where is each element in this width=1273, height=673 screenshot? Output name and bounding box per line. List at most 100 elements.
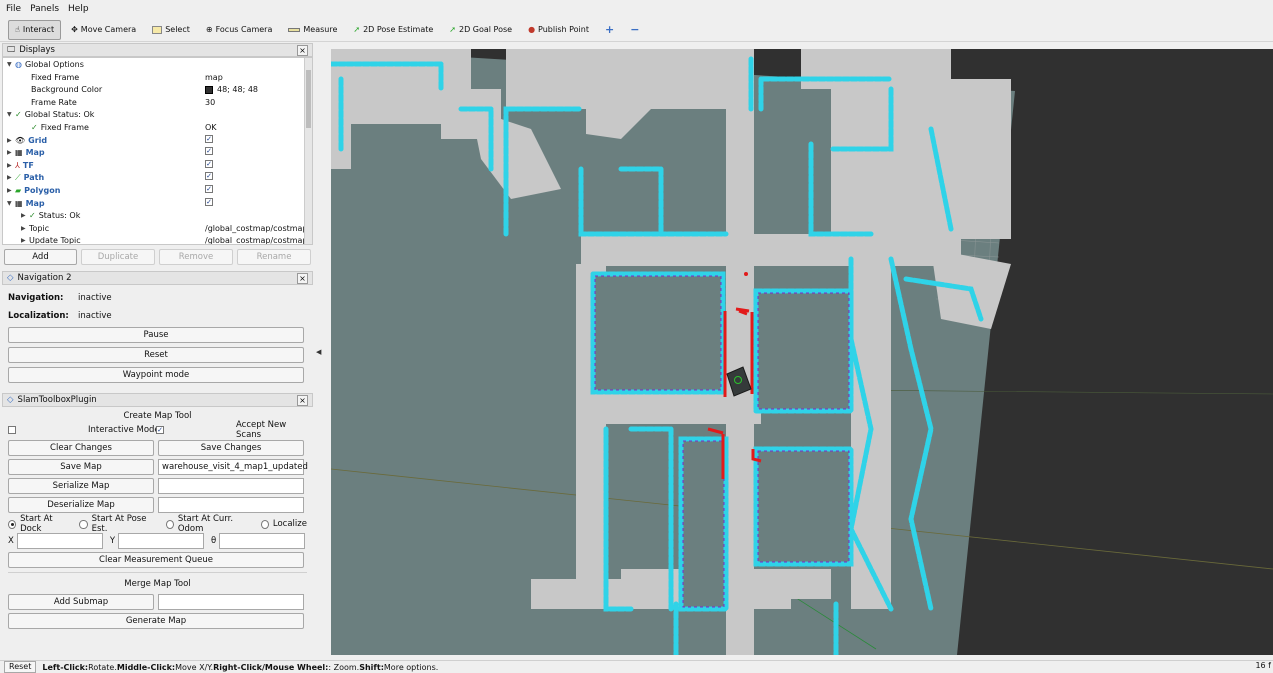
tree-row[interactable]: ✓ Fixed Frame OK <box>3 122 303 135</box>
toolbar: ☝ Interact ✥ Move Camera Select ⊕ Focus … <box>0 18 1273 42</box>
start-at-pose-radio[interactable] <box>79 519 88 529</box>
publish-point-tool-button[interactable]: ● Publish Point <box>522 20 595 40</box>
hand-pointer-icon: ☝ <box>15 25 20 34</box>
tree-row[interactable]: ▶ ⟋ Path ✓ <box>3 172 303 185</box>
y-label: Y <box>109 536 116 546</box>
reset-button[interactable]: Reset <box>8 347 304 363</box>
tree-scrollbar[interactable] <box>304 58 312 244</box>
menu-file[interactable]: File <box>6 4 21 14</box>
close-icon[interactable]: × <box>297 44 308 56</box>
reset-view-button[interactable]: Reset <box>4 661 37 673</box>
submap-input[interactable] <box>158 594 304 610</box>
tree-row[interactable]: ▼ ✓ Global Status: Ok <box>3 109 303 122</box>
start-at-dock-label: Start At Dock <box>20 514 53 534</box>
middle-click-hint-key: Middle-Click: <box>116 662 176 672</box>
start-at-odom-label: Start At Curr. Odom <box>177 514 234 534</box>
add-submap-button[interactable]: Add Submap <box>8 594 154 610</box>
waypoint-mode-button[interactable]: Waypoint mode <box>8 367 304 383</box>
left-dock: 🖵 Displays × ▼ ◍ Global Options Fixed Fram… <box>2 43 313 658</box>
display-enabled-checkbox[interactable]: ✓ <box>205 134 213 143</box>
color-swatch[interactable] <box>205 86 213 95</box>
tree-row[interactable]: ▶ Update Topic /global_costmap/costmap <box>3 235 308 244</box>
clear-measurement-queue-button[interactable]: Clear Measurement Queue <box>8 552 304 568</box>
slam-panel: Create Map Tool Interactive Mode ✓ Accep… <box>2 407 313 631</box>
scrollbar-thumb[interactable] <box>306 70 311 128</box>
slam-panel-title: ◇ SlamToolboxPlugin × <box>2 393 313 407</box>
check-icon: ✓ <box>15 110 22 120</box>
deserialize-map-input[interactable] <box>158 497 304 513</box>
rename-display-button[interactable]: Rename <box>237 249 311 265</box>
tree-row[interactable]: Frame Rate 30 <box>3 97 303 110</box>
move-camera-tool-button[interactable]: ✥ Move Camera <box>65 20 142 40</box>
tree-row[interactable]: ▶ ⅄ TF ✓ <box>3 159 303 173</box>
middle-click-hint: Move X/Y. <box>175 662 214 672</box>
costmap-render[interactable] <box>331 49 1273 655</box>
tree-row[interactable]: ▶ 👁 Grid ✓ <box>3 134 303 148</box>
display-enabled-checkbox[interactable]: ✓ <box>205 159 213 168</box>
save-changes-button[interactable]: Save Changes <box>158 440 304 456</box>
navigation-panel-title: ◇ Navigation 2 × <box>2 271 313 285</box>
duplicate-display-button[interactable]: Duplicate <box>81 249 155 265</box>
menu-panels[interactable]: Panels <box>30 4 59 14</box>
tree-row[interactable]: ▶ ▦ Map ✓ <box>3 147 303 160</box>
y-input[interactable] <box>118 533 205 549</box>
chevron-down-icon: ▼ <box>7 199 12 207</box>
display-enabled-checkbox[interactable]: ✓ <box>205 197 213 206</box>
add-tool-button[interactable]: + <box>599 20 620 40</box>
goal-pose-tool-button[interactable]: ➚ 2D Goal Pose <box>443 20 518 40</box>
chevron-right-icon: ▶ <box>7 174 12 182</box>
remove-tool-button[interactable]: − <box>624 20 645 40</box>
tree-row[interactable]: ▶ Topic /global_costmap/costmap <box>3 223 308 236</box>
display-enabled-checkbox[interactable]: ✓ <box>205 185 213 193</box>
select-tool-button[interactable]: Select <box>146 20 196 40</box>
display-enabled-checkbox[interactable]: ✓ <box>205 147 213 156</box>
tree-row[interactable]: ▼ ◍ Global Options <box>3 59 303 72</box>
accept-new-scans-label: Accept New Scans <box>236 420 287 440</box>
add-display-button[interactable]: Add <box>4 249 77 265</box>
localize-radio[interactable] <box>260 519 269 529</box>
diamond-icon: ◇ <box>7 273 14 283</box>
interact-tool-button[interactable]: ☝ Interact <box>8 19 62 40</box>
close-icon[interactable]: × <box>297 272 308 284</box>
navigation-label: Navigation: <box>8 293 64 303</box>
pause-button[interactable]: Pause <box>8 327 304 343</box>
theta-input[interactable] <box>219 533 306 549</box>
start-at-dock-radio[interactable] <box>8 519 17 529</box>
chevron-right-icon: ▶ <box>21 224 26 232</box>
fps-readout: 16 f <box>1255 661 1271 670</box>
serialize-map-input[interactable] <box>158 478 304 494</box>
serialize-map-button[interactable]: Serialize Map <box>8 478 154 494</box>
unlabeled-checkbox[interactable] <box>8 426 16 434</box>
pose-estimate-tool-button[interactable]: ➚ 2D Pose Estimate <box>347 20 439 40</box>
tree-row[interactable]: ▼ ▦ Map ✓ <box>3 197 303 211</box>
interactive-mode-checkbox[interactable]: ✓ <box>156 426 164 434</box>
start-at-pose-label: Start At Pose Est. <box>91 514 147 534</box>
menu-help[interactable]: Help <box>68 4 89 14</box>
right-click-hint-key: Right-Click/Mouse Wheel: <box>213 662 329 672</box>
start-at-odom-radio[interactable] <box>165 519 174 529</box>
remove-display-button[interactable]: Remove <box>159 249 233 265</box>
close-icon[interactable]: × <box>297 394 308 406</box>
focus-camera-tool-button[interactable]: ⊕ Focus Camera <box>200 20 279 40</box>
tree-row[interactable]: Background Color 48; 48; 48 <box>3 84 303 97</box>
clear-changes-button[interactable]: Clear Changes <box>8 440 154 456</box>
save-map-button[interactable]: Save Map <box>8 459 154 475</box>
diamond-icon: ◇ <box>7 395 14 405</box>
map-pin-icon: ● <box>528 25 536 34</box>
measure-tool-button[interactable]: Measure <box>282 20 343 40</box>
save-map-name-input[interactable]: warehouse_visit_4_map1_updated <box>158 459 308 475</box>
monitor-icon: 🖵 <box>7 45 16 55</box>
localization-status: inactive <box>78 311 112 321</box>
tree-row[interactable]: Fixed Frame map <box>3 72 303 85</box>
render-viewport[interactable] <box>331 49 1273 655</box>
navigation-panel: Navigation: inactive Localization: inact… <box>2 285 313 391</box>
merge-map-tool-heading: Merge Map Tool <box>124 579 191 589</box>
left-click-hint: Rotate. <box>88 662 117 672</box>
x-input[interactable] <box>16 533 103 549</box>
collapse-dock-icon[interactable]: ◀ <box>316 348 321 356</box>
generate-map-button[interactable]: Generate Map <box>8 613 304 629</box>
display-enabled-checkbox[interactable]: ✓ <box>205 172 213 181</box>
tree-row[interactable]: ▶ ▰ Polygon ✓ <box>3 185 303 198</box>
deserialize-map-button[interactable]: Deserialize Map <box>8 497 154 513</box>
tree-row[interactable]: ▶ ✓ Status: Ok <box>3 210 303 223</box>
